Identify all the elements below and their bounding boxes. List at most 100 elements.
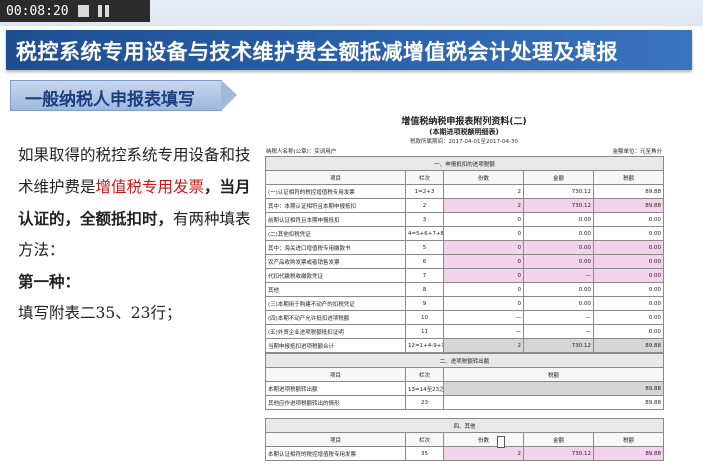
method-text: 填写附表二35、23行；: [18, 304, 182, 322]
cell-tax[interactable]: 89.88: [443, 381, 664, 396]
cell-col: 12=1+4-9+10+11: [405, 338, 444, 353]
cell-col: 2: [405, 198, 444, 213]
stop-icon[interactable]: [77, 5, 89, 17]
cell-count[interactable]: —: [443, 324, 524, 339]
column-header: 份数: [443, 170, 524, 185]
slide-title-bar: 税控系统专用设备与技术维护费全额抵减增值税会计处理及填报: [6, 30, 692, 70]
cell-count[interactable]: —: [443, 310, 524, 325]
body-highlight: 增值税专用发票: [95, 178, 205, 196]
table-row: 其中：海关进口增值税专用缴款书 5 0 0.00 0.00: [265, 240, 665, 255]
cell-amount[interactable]: —: [523, 310, 594, 325]
column-header: 税额: [592, 170, 665, 185]
section-title: 一般纳税人申报表填写: [25, 90, 195, 110]
cell-item: 代扣代缴税收缴款凭证: [265, 268, 406, 283]
section-header: 一、申报抵扣的进项税额: [264, 156, 665, 171]
table-row: 前期认证相符且本期申报抵扣 3 0 0.00 0.00: [265, 212, 665, 227]
cell-item: 其中：海关进口增值税专用缴款书: [265, 240, 406, 255]
cell-item: (三)本期用于购建不动产的扣税凭证: [265, 296, 406, 311]
cell-tax[interactable]: 0.00: [592, 240, 665, 255]
table-row: 其中：本期认证相符且本期申报抵扣 2 2 730.12 89.88: [265, 198, 665, 213]
cell-tax[interactable]: 0.00: [592, 226, 665, 241]
cell-amount[interactable]: 0.00: [523, 226, 594, 241]
cell-amount[interactable]: 0.00: [523, 212, 594, 227]
cell-tax[interactable]: 0.00: [592, 324, 665, 339]
cell-col: 11: [405, 324, 444, 339]
form-title: 增值税纳税申报表附列资料(二): [401, 117, 527, 127]
cell-item: 本期认证相符的税控增值税专用发票: [265, 446, 406, 461]
table-row: 本期进项税额转出额13=14至23之和89.88: [265, 381, 664, 396]
cell-count[interactable]: 0: [443, 240, 524, 255]
column-header: 金额: [523, 432, 594, 447]
cell-tax[interactable]: 89.88: [592, 446, 665, 461]
cell-tax[interactable]: 89.88: [592, 338, 665, 353]
column-header: 份数: [443, 432, 524, 447]
column-header: 栏次: [405, 170, 444, 185]
cell-amount[interactable]: 730.12: [523, 184, 594, 199]
cell-count[interactable]: 0: [443, 254, 524, 269]
cell-col: 10: [405, 310, 444, 325]
video-player-controls: 00:08:20: [0, 0, 150, 22]
cell-item: 当期申报抵扣进项税额合计: [265, 338, 406, 353]
form-table-section1: 一、申报抵扣的进项税额 项目 栏次 份数 金额 税额 (一)认证相符的税控增值税…: [264, 156, 665, 353]
table-row: 代扣代缴税收缴款凭证 7 0—0.00: [265, 268, 665, 283]
cell-count[interactable]: 2: [443, 184, 524, 199]
cell-amount[interactable]: 0.00: [523, 296, 594, 311]
table-row: (二)其他扣税凭证 4=5+6+7+8 0 0.00 0.00: [265, 226, 665, 241]
section-tag: 一般纳税人申报表填写: [10, 80, 237, 111]
column-header: 栏次: [405, 367, 444, 382]
cell-col: 8: [405, 282, 444, 297]
cell-tax[interactable]: 0.00: [592, 310, 665, 325]
cell-col: 3: [405, 212, 444, 227]
cell-count[interactable]: 0: [443, 296, 524, 311]
tax-form-document: 增值税纳税申报表附列资料(二) (本期进项税额明细表) 税款所属期间：2017-…: [262, 112, 666, 474]
section-header: 二、进项税额转出额: [265, 353, 664, 368]
cell-item: (四)本期不动产允许抵扣进项税额: [265, 310, 406, 325]
cell-count[interactable]: 2: [443, 198, 524, 213]
cell-col: 1=2+3: [405, 184, 444, 199]
cell-count[interactable]: 2: [443, 338, 524, 353]
cell-amount[interactable]: 0.00: [523, 254, 594, 269]
slide-body-text: 如果取得的税控系统专用设备和技术维护费是增值税专用发票，当月认证的，全额抵扣时，…: [18, 140, 263, 329]
table-row: 其他应作进项税额转出的情形 23 89.88: [265, 395, 664, 410]
cell-amount[interactable]: 730.12: [523, 338, 594, 353]
amount-unit: 金额单位：元至角分: [612, 149, 662, 155]
pause-icon[interactable]: [97, 5, 109, 17]
cell-col: 13=14至23之和: [405, 381, 444, 396]
cell-tax[interactable]: 89.88: [443, 395, 664, 410]
cell-item: 其他: [265, 282, 406, 297]
cell-tax[interactable]: 0.00: [592, 254, 665, 269]
cell-tax[interactable]: 89.88: [592, 184, 665, 199]
cell-col: 4=5+6+7+8: [405, 226, 444, 241]
cell-tax[interactable]: 89.88: [592, 198, 665, 213]
table-row: 农产品收购发票或者销售发票 6 0 0.00 0.00: [265, 254, 665, 269]
method-heading: 第一种：: [18, 272, 81, 291]
cell-count[interactable]: 0: [443, 226, 524, 241]
cell-item: 其中：本期认证相符且本期申报抵扣: [265, 198, 406, 213]
cell-item: 农产品收购发票或者销售发票: [265, 254, 406, 269]
cell-amount[interactable]: 0.00: [523, 282, 594, 297]
cell-item: 本期进项税额转出额: [265, 381, 406, 396]
cell-count[interactable]: 2: [443, 446, 524, 461]
cell-amount[interactable]: —: [523, 324, 594, 339]
cell-count[interactable]: 0: [443, 212, 524, 227]
table-row: (五)外贸企业进项税额抵扣证明 11— —0.00: [265, 324, 665, 339]
cell-item: (一)认证相符的税控增值税专用发票: [265, 184, 406, 199]
cell-count[interactable]: 0: [443, 282, 524, 297]
cell-count[interactable]: 0: [443, 268, 524, 283]
cell-tax[interactable]: 0.00: [592, 212, 665, 227]
cell-amount[interactable]: 730.12: [523, 446, 594, 461]
cell-amount[interactable]: 730.12: [523, 198, 594, 213]
text-cursor-icon: [497, 436, 505, 448]
taxpayer-name: 纳税人名称(公章)：实训用户: [266, 149, 337, 155]
table-row: (四)本期不动产允许抵扣进项税额 10— —0.00: [265, 310, 665, 325]
slide-title: 税控系统专用设备与技术维护费全额抵减增值税会计处理及填报: [16, 40, 618, 64]
column-header: 项目: [265, 367, 406, 382]
cell-tax[interactable]: 0.00: [592, 268, 665, 283]
table-row: (一)认证相符的税控增值税专用发票 1=2+3 2 730.12 89.88: [265, 184, 665, 199]
column-header: 税额: [443, 367, 664, 382]
cell-col: 5: [405, 240, 444, 255]
cell-amount[interactable]: —: [523, 268, 594, 283]
cell-tax[interactable]: 0.00: [592, 296, 665, 311]
cell-amount[interactable]: 0.00: [523, 240, 594, 255]
cell-tax[interactable]: 0.00: [592, 282, 665, 297]
